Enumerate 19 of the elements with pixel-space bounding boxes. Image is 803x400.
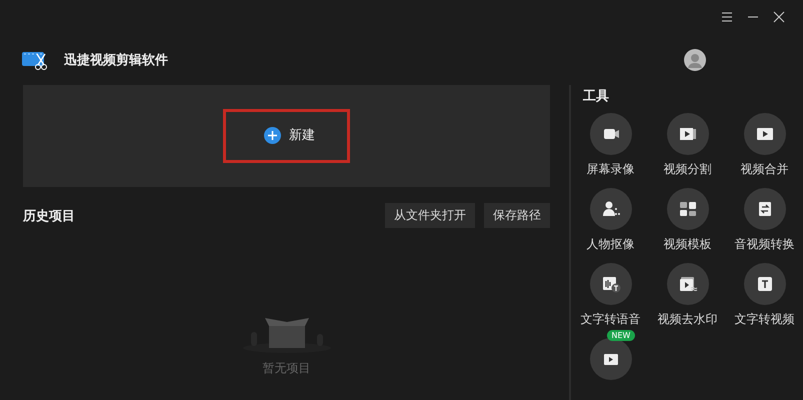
section-title: 工具 xyxy=(583,88,610,105)
new-badge: NEW xyxy=(606,330,636,341)
section-title: 历史项目 xyxy=(23,208,75,224)
history-button[interactable]: 保存路径 xyxy=(484,203,550,228)
app-title: 迅捷视频剪辑软件 xyxy=(64,52,168,68)
tool-button[interactable]: 视频去水印 xyxy=(649,263,726,328)
new-project-button[interactable]: 新建 xyxy=(223,109,350,163)
tool-button[interactable]: 视频合并 xyxy=(726,113,803,178)
tool-button[interactable]: 人物抠像 xyxy=(572,188,649,253)
empty-text: 暂无项目 xyxy=(262,360,310,377)
plus-icon xyxy=(264,126,281,144)
tool-button[interactable]: 文字转视频 xyxy=(726,263,803,328)
tool-button[interactable]: 视频分割 xyxy=(649,113,726,178)
history-button[interactable]: 从文件夹打开 xyxy=(385,203,475,228)
tool-button[interactable]: 音视频转换 xyxy=(726,188,803,253)
tool-button[interactable]: 文字转语音 xyxy=(572,263,649,328)
avatar-icon[interactable] xyxy=(684,48,706,70)
tool-button[interactable]: 视频模板 xyxy=(649,188,726,253)
tool-button[interactable]: 屏幕录像 xyxy=(572,113,649,178)
